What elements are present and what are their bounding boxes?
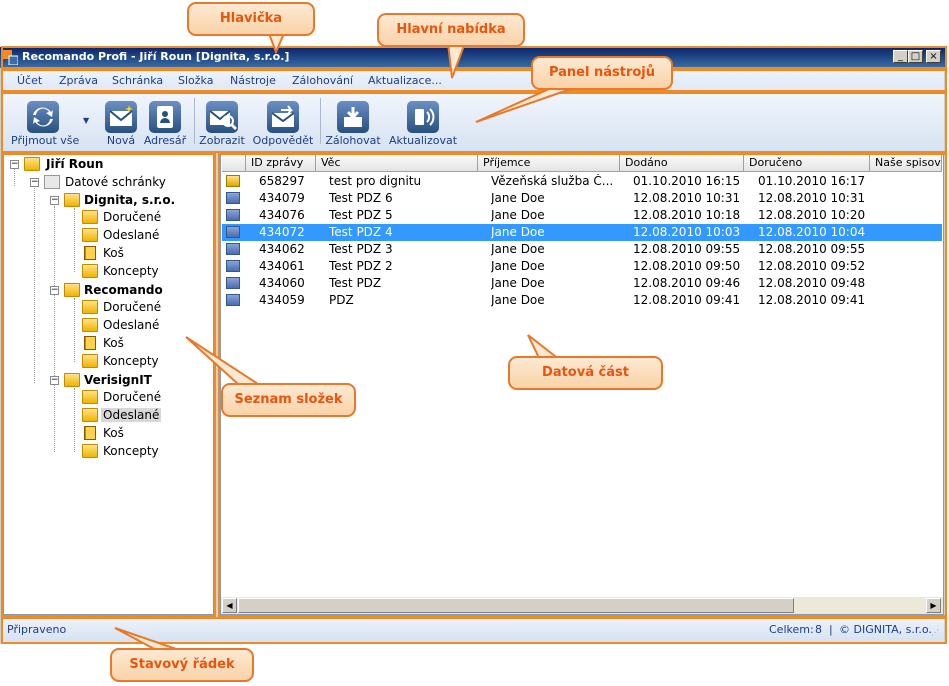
callout-main-menu: Hlavní nabídka [377,13,525,47]
callout-data-part: Datová část [508,356,663,390]
callout-status-bar: Stavový řádek [110,648,254,682]
callout-folder-list: Seznam složek [221,383,356,417]
callout-leaders [114,30,586,653]
callout-header: Hlavička [187,2,315,36]
callout-toolbar-panel: Panel nástrojů [531,56,673,90]
